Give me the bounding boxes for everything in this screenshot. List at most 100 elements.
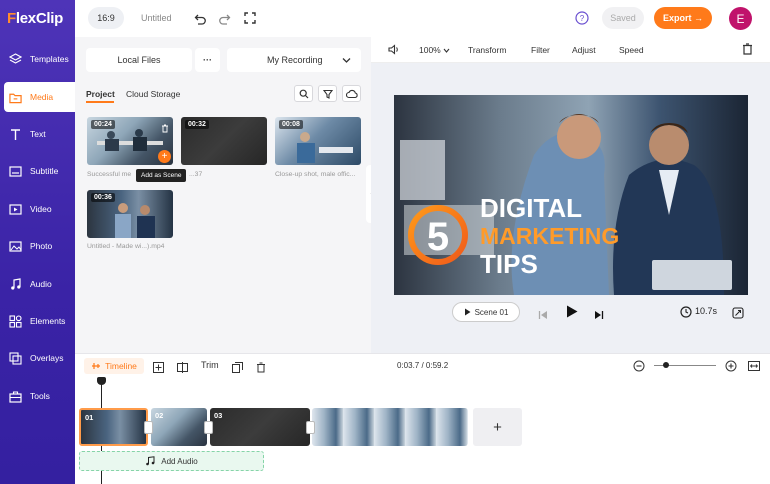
export-button[interactable]: Export →: [654, 7, 712, 29]
add-scene-icon[interactable]: [153, 360, 164, 378]
add-audio-button[interactable]: Add Audio: [79, 451, 264, 471]
redo-icon[interactable]: [217, 11, 231, 25]
video-canvas[interactable]: 5 DIGITAL MARKETING TIPS: [394, 95, 748, 295]
add-scene-icon[interactable]: +: [158, 150, 171, 163]
transform-button[interactable]: Transform: [468, 45, 506, 55]
sidebar-item-label: Overlays: [30, 353, 64, 363]
elements-icon: [9, 314, 22, 328]
sidebar-item-media[interactable]: Media: [4, 82, 75, 112]
delete-icon[interactable]: [161, 120, 169, 138]
next-icon[interactable]: [594, 307, 604, 325]
preview-toolbar: 100% Transform Filter Adjust Speed: [371, 37, 770, 63]
top-bar: 16:9 Untitled ? Saved Export → E: [75, 0, 770, 37]
clip-number: 02: [155, 411, 164, 420]
timeline-clip-01[interactable]: 01: [79, 408, 148, 446]
chevron-down-icon: [342, 56, 351, 66]
text-icon: [9, 128, 22, 141]
sidebar-item-elements[interactable]: Elements: [0, 306, 75, 336]
previous-icon[interactable]: [538, 307, 548, 325]
help-icon[interactable]: ?: [575, 11, 589, 25]
sidebar-item-tools[interactable]: Tools: [0, 381, 75, 411]
more-options-button[interactable]: ···: [195, 48, 220, 72]
aspect-ratio-button[interactable]: 16:9: [88, 7, 124, 29]
my-recording-dropdown[interactable]: My Recording: [227, 48, 361, 72]
folder-icon: [9, 91, 22, 104]
play-icon[interactable]: [566, 305, 578, 323]
thumbnail-caption: ...37: [189, 171, 203, 178]
saved-button[interactable]: Saved: [602, 7, 644, 29]
speed-button[interactable]: Speed: [619, 45, 644, 55]
transition-handle[interactable]: [306, 421, 315, 434]
my-recording-label: My Recording: [267, 55, 323, 65]
sidebar-item-label: Text: [30, 129, 46, 139]
timeline-clip-03[interactable]: 03: [210, 408, 310, 446]
video-icon: [9, 203, 22, 216]
project-title[interactable]: Untitled: [141, 13, 172, 23]
sidebar-item-video[interactable]: Video: [0, 194, 75, 224]
playhead-handle[interactable]: [97, 377, 106, 385]
duplicate-icon[interactable]: [232, 360, 243, 378]
sidebar-item-label: Media: [30, 92, 54, 102]
play-small-icon: [464, 308, 471, 316]
trash-icon[interactable]: [742, 43, 753, 57]
sidebar-item-label: Templates: [30, 54, 69, 64]
tab-project[interactable]: Project: [86, 89, 115, 99]
filter-icon[interactable]: [318, 85, 337, 102]
split-icon[interactable]: [177, 360, 188, 378]
flexclip-logo[interactable]: FlexClip: [7, 10, 63, 27]
zoom-slider-handle[interactable]: [663, 362, 670, 368]
local-files-button[interactable]: Local Files: [86, 48, 192, 72]
filter-button[interactable]: Filter: [531, 45, 550, 55]
clip-number: 01: [85, 413, 94, 422]
transition-handle[interactable]: [144, 421, 153, 434]
chevron-down-icon: [443, 48, 450, 53]
sidebar-item-audio[interactable]: Audio: [0, 269, 75, 299]
svg-text:?: ?: [580, 14, 585, 23]
timeline-clip-04[interactable]: 04: [312, 408, 468, 446]
sidebar-item-templates[interactable]: Templates: [0, 44, 75, 74]
timeline-button[interactable]: Timeline: [84, 358, 144, 374]
media-thumbnail-2[interactable]: 00:32: [181, 117, 267, 165]
photo-icon: [9, 240, 22, 253]
scene-button[interactable]: Scene 01: [452, 302, 520, 322]
zoom-in-icon[interactable]: [725, 359, 737, 377]
overlays-icon: [9, 351, 22, 365]
clock-icon: [680, 305, 692, 323]
office-scene-art: [297, 132, 353, 163]
volume-icon[interactable]: [388, 44, 400, 57]
layers-icon: [9, 52, 22, 66]
sidebar-item-label: Audio: [30, 279, 52, 289]
thumbnail-caption: Untitled - Made wi...).mp4: [87, 243, 165, 250]
delete-icon[interactable]: [256, 360, 266, 378]
adjust-button[interactable]: Adjust: [572, 45, 596, 55]
fit-timeline-icon[interactable]: [748, 359, 760, 377]
add-clip-button[interactable]: +: [473, 408, 522, 446]
fullscreen-icon[interactable]: [243, 11, 257, 25]
undo-icon[interactable]: [193, 11, 207, 25]
timeline-clip-02[interactable]: 02: [151, 408, 207, 446]
sidebar-item-text[interactable]: Text: [0, 119, 75, 149]
sidebar-item-overlays[interactable]: Overlays: [0, 343, 75, 373]
trim-button[interactable]: Trim: [201, 360, 219, 370]
media-thumbnail-3[interactable]: 00:08: [275, 117, 361, 165]
sidebar-item-subtitle[interactable]: Subtitle: [0, 156, 75, 186]
zoom-dropdown[interactable]: 100%: [419, 45, 450, 55]
transition-handle[interactable]: [204, 421, 213, 434]
video-number-text: 5: [427, 215, 449, 259]
search-icon[interactable]: [294, 85, 313, 102]
sidebar-item-label: Subtitle: [30, 166, 59, 176]
zoom-out-icon[interactable]: [633, 359, 645, 377]
media-thumbnail-4[interactable]: 00:36: [87, 190, 173, 238]
video-title-line-3: TIPS: [480, 249, 538, 279]
subtitle-icon: [9, 165, 22, 178]
video-title-line-2: MARKETING: [480, 223, 619, 249]
media-thumbnail-1[interactable]: 00:24 +: [87, 117, 173, 165]
tab-cloud-storage[interactable]: Cloud Storage: [126, 89, 180, 99]
fit-screen-icon[interactable]: [732, 306, 744, 324]
sidebar-item-label: Photo: [30, 241, 53, 251]
timeline-icon: [92, 363, 101, 369]
cloud-icon[interactable]: [342, 85, 361, 102]
avatar[interactable]: E: [729, 7, 752, 30]
sidebar-item-photo[interactable]: Photo: [0, 231, 75, 261]
zoom-level: 100%: [419, 45, 441, 55]
